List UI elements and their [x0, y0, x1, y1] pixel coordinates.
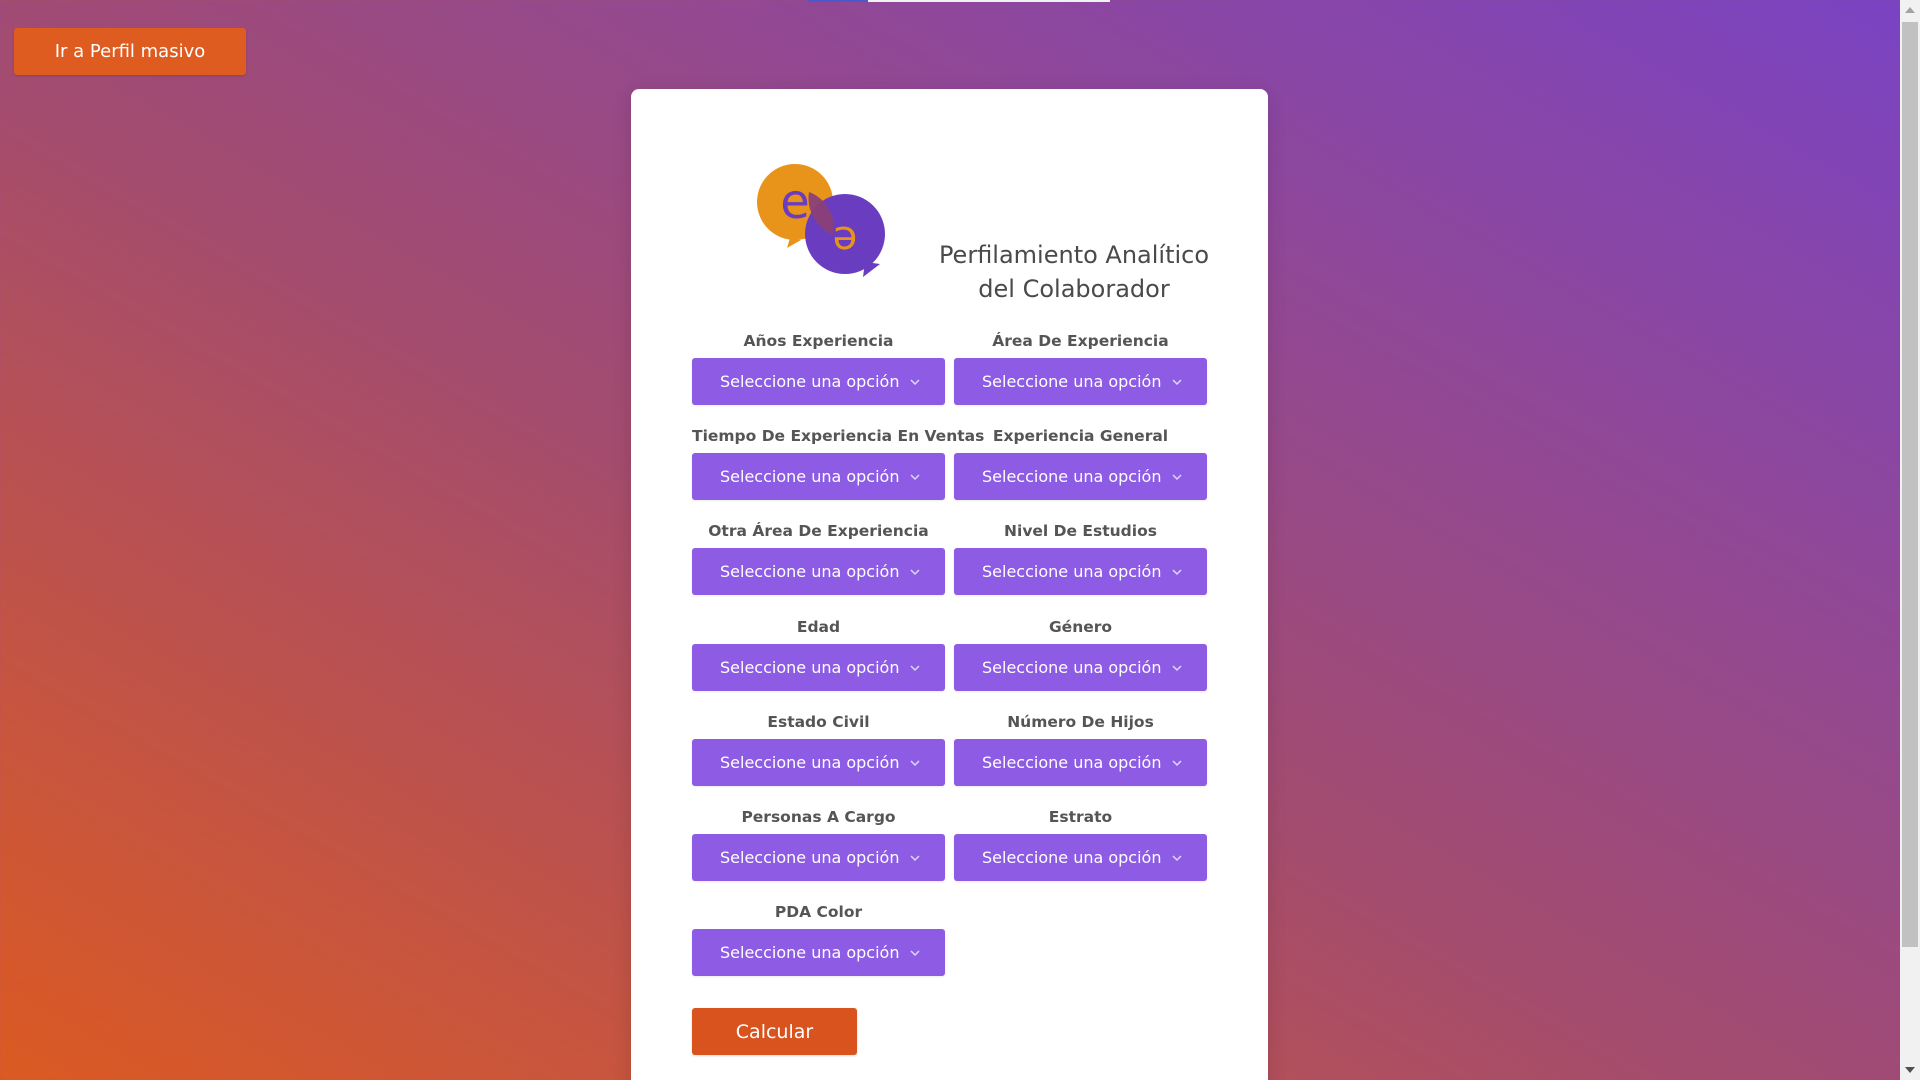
- genero-select[interactable]: Seleccione una opción: [954, 644, 1207, 691]
- field-estado-civil: Estado Civil Seleccione una opción: [692, 712, 945, 786]
- field-numero-hijos: Número De Hijos Seleccione una opción: [954, 712, 1207, 786]
- field-personas-a-cargo: Personas A Cargo Seleccione una opción: [692, 807, 945, 881]
- field-experiencia-general: Experiencia General Seleccione una opció…: [954, 426, 1207, 500]
- top-loading-strip-accent: [808, 0, 868, 2]
- chevron-down-icon: [910, 759, 920, 766]
- select-value: Seleccione una opción: [720, 943, 900, 962]
- select-value: Seleccione una opción: [982, 753, 1162, 772]
- field-label: Número De Hijos: [1007, 713, 1154, 731]
- go-to-mass-profile-button[interactable]: Ir a Perfil masivo: [14, 28, 246, 75]
- edad-select[interactable]: Seleccione una opción: [692, 644, 945, 691]
- estado-civil-select[interactable]: Seleccione una opción: [692, 739, 945, 786]
- dual-speech-bubble-logo: e e: [757, 144, 897, 284]
- chevron-down-icon: [910, 473, 920, 480]
- scrollbar-thumb[interactable]: [1902, 22, 1918, 947]
- select-value: Seleccione una opción: [982, 562, 1162, 581]
- scroll-up-arrow-icon[interactable]: [1905, 7, 1915, 13]
- calculate-button[interactable]: Calcular: [692, 1008, 857, 1055]
- field-label: Género: [1048, 618, 1113, 636]
- field-label: Estrato: [1048, 808, 1113, 826]
- field-otra-area-experiencia: Otra Área De Experiencia Seleccione una …: [692, 521, 945, 595]
- select-value: Seleccione una opción: [720, 753, 900, 772]
- select-value: Seleccione una opción: [982, 848, 1162, 867]
- chevron-down-icon: [1172, 378, 1182, 385]
- select-value: Seleccione una opción: [720, 848, 900, 867]
- field-label: Estado Civil: [767, 713, 870, 731]
- chevron-down-icon: [1172, 473, 1182, 480]
- field-edad: Edad Seleccione una opción: [692, 617, 945, 691]
- field-label: Otra Área De Experiencia: [708, 522, 929, 540]
- numero-hijos-select[interactable]: Seleccione una opción: [954, 739, 1207, 786]
- select-value: Seleccione una opción: [982, 372, 1162, 391]
- estrato-select[interactable]: Seleccione una opción: [954, 834, 1207, 881]
- field-label: Área De Experiencia: [992, 332, 1169, 350]
- field-label: PDA Color: [774, 903, 863, 921]
- select-value: Seleccione una opción: [720, 467, 900, 486]
- select-value: Seleccione una opción: [982, 467, 1162, 486]
- scroll-down-arrow-icon[interactable]: [1905, 1067, 1915, 1073]
- field-nivel-estudios: Nivel De Estudios Seleccione una opción: [954, 521, 1207, 595]
- select-value: Seleccione una opción: [720, 562, 900, 581]
- chevron-down-icon: [1172, 568, 1182, 575]
- page-title-line-2: del Colaborador: [978, 275, 1170, 304]
- field-pda-color: PDA Color Seleccione una opción: [692, 902, 945, 976]
- field-label: Edad: [796, 618, 841, 636]
- area-de-experiencia-select[interactable]: Seleccione una opción: [954, 358, 1207, 405]
- logo-svg: e e: [757, 164, 885, 277]
- pda-color-select[interactable]: Seleccione una opción: [692, 929, 945, 976]
- personas-a-cargo-select[interactable]: Seleccione una opción: [692, 834, 945, 881]
- field-area-de-experiencia: Área De Experiencia Seleccione una opció…: [954, 331, 1207, 405]
- field-label: Años Experiencia: [743, 332, 894, 350]
- field-label: Personas A Cargo: [741, 808, 896, 826]
- tiempo-experiencia-ventas-select[interactable]: Seleccione una opción: [692, 453, 945, 500]
- field-anos-experiencia: Años Experiencia Seleccione una opción: [692, 331, 945, 405]
- field-estrato: Estrato Seleccione una opción: [954, 807, 1207, 881]
- field-label: Experiencia General: [992, 427, 1169, 445]
- experiencia-general-select[interactable]: Seleccione una opción: [954, 453, 1207, 500]
- chevron-down-icon: [910, 949, 920, 956]
- logo-letter-e-orange: e: [833, 217, 858, 263]
- select-value: Seleccione una opción: [720, 658, 900, 677]
- field-tiempo-experiencia-ventas: Tiempo De Experiencia En Ventas Seleccio…: [692, 426, 985, 500]
- chevron-down-icon: [1172, 759, 1182, 766]
- profile-card: e e Perfilamiento Analítico del Colabora…: [631, 89, 1268, 1080]
- anos-experiencia-select[interactable]: Seleccione una opción: [692, 358, 945, 405]
- logo-letter-e-purple: e: [780, 174, 810, 230]
- otra-area-experiencia-select[interactable]: Seleccione una opción: [692, 548, 945, 595]
- select-value: Seleccione una opción: [982, 658, 1162, 677]
- field-label: Tiempo De Experiencia En Ventas: [692, 427, 985, 445]
- vertical-scrollbar[interactable]: [1900, 0, 1920, 1080]
- page-title-line-1: Perfilamiento Analítico: [938, 241, 1210, 270]
- nivel-estudios-select[interactable]: Seleccione una opción: [954, 548, 1207, 595]
- field-genero: Género Seleccione una opción: [954, 617, 1207, 691]
- page-title: Perfilamiento Analítico del Colaborador: [934, 238, 1214, 306]
- chevron-down-icon: [1172, 854, 1182, 861]
- chevron-down-icon: [910, 378, 920, 385]
- field-label: Nivel De Estudios: [1004, 522, 1157, 540]
- chevron-down-icon: [910, 568, 920, 575]
- chevron-down-icon: [910, 854, 920, 861]
- top-loading-strip: [868, 0, 1110, 2]
- chevron-down-icon: [910, 664, 920, 671]
- select-value: Seleccione una opción: [720, 372, 900, 391]
- chevron-down-icon: [1172, 664, 1182, 671]
